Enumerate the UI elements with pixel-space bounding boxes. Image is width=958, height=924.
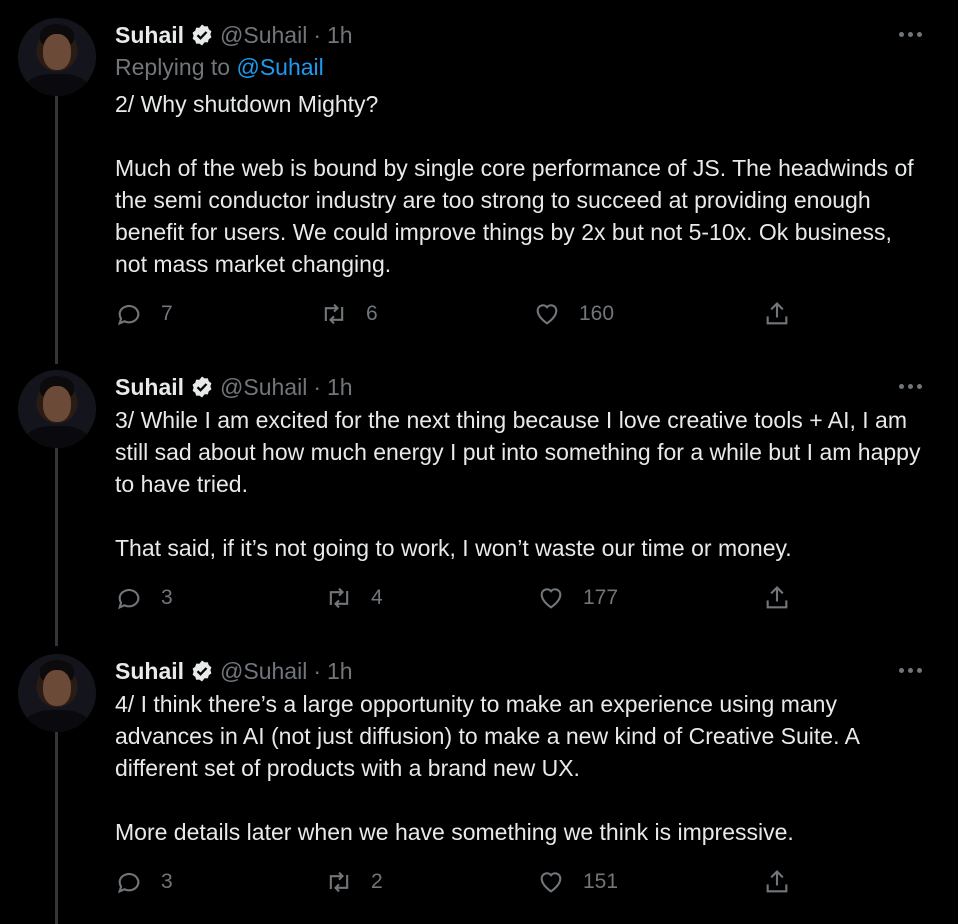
retweet-icon xyxy=(329,587,349,609)
separator-dot: · xyxy=(313,21,321,48)
verified-badge-icon xyxy=(192,660,212,682)
handle[interactable]: @Suhail xyxy=(220,374,307,401)
retweet-button[interactable]: 6 xyxy=(320,300,378,328)
tweet-header: Suhail @Suhail · 1h xyxy=(115,372,353,402)
display-name[interactable]: Suhail xyxy=(115,374,184,401)
like-button[interactable]: 151 xyxy=(537,868,618,896)
share-icon xyxy=(766,870,788,893)
reply-icon xyxy=(118,872,140,894)
timestamp[interactable]: 1h xyxy=(327,22,353,49)
retweet-count: 2 xyxy=(371,870,383,893)
share-button[interactable] xyxy=(763,868,809,896)
avatar[interactable] xyxy=(18,370,96,448)
share-icon xyxy=(766,586,788,609)
like-count: 151 xyxy=(583,870,619,893)
tweet-actions: 3 2 151 xyxy=(115,868,835,898)
like-count: 177 xyxy=(583,586,619,609)
share-button[interactable] xyxy=(763,300,809,328)
retweet-icon xyxy=(329,871,349,893)
reply-icon xyxy=(118,588,140,610)
replying-label: Replying to xyxy=(115,54,231,80)
tweet[interactable]: Suhail @Suhail · 1h 3/ While I am excite… xyxy=(0,370,958,640)
avatar[interactable] xyxy=(18,654,96,732)
more-icon[interactable] xyxy=(899,384,922,389)
reply-button[interactable]: 3 xyxy=(115,584,173,612)
tweet-text: 4/ I think there’s a large opportunity t… xyxy=(115,691,859,845)
tweet-header: Suhail @Suhail · 1h xyxy=(115,20,353,50)
retweet-button[interactable]: 4 xyxy=(325,584,383,612)
avatar[interactable] xyxy=(18,18,96,96)
verified-badge-icon xyxy=(192,24,212,46)
reply-count: 7 xyxy=(161,302,173,325)
verified-badge-icon xyxy=(192,376,212,398)
replying-mention-link[interactable]: @Suhail xyxy=(236,54,323,80)
like-button[interactable]: 177 xyxy=(537,584,618,612)
reply-button[interactable]: 7 xyxy=(115,300,173,328)
tweet[interactable]: Suhail @Suhail · 1h Replying to @Suhail … xyxy=(0,18,958,348)
display-name[interactable]: Suhail xyxy=(115,658,184,685)
retweet-button[interactable]: 2 xyxy=(325,868,383,896)
replying-to: Replying to @Suhail xyxy=(115,54,324,81)
reply-button[interactable]: 3 xyxy=(115,868,173,896)
retweet-count: 4 xyxy=(371,586,383,609)
more-icon[interactable] xyxy=(899,668,922,673)
tweet-header: Suhail @Suhail · 1h xyxy=(115,656,353,686)
heart-icon xyxy=(540,872,562,893)
handle[interactable]: @Suhail xyxy=(220,22,307,49)
timestamp[interactable]: 1h xyxy=(327,374,353,401)
share-button[interactable] xyxy=(763,584,809,612)
reply-count: 3 xyxy=(161,870,173,893)
display-name[interactable]: Suhail xyxy=(115,22,184,49)
like-button[interactable]: 160 xyxy=(533,300,614,328)
tweet[interactable]: Suhail @Suhail · 1h 4/ I think there’s a… xyxy=(0,654,958,924)
separator-dot: · xyxy=(313,657,321,684)
separator-dot: · xyxy=(313,373,321,400)
retweet-icon xyxy=(324,303,344,325)
handle[interactable]: @Suhail xyxy=(220,658,307,685)
heart-icon xyxy=(540,588,562,609)
tweet-actions: 3 4 177 xyxy=(115,584,835,614)
like-count: 160 xyxy=(579,302,615,325)
tweet-text: 3/ While I am excited for the next thing… xyxy=(115,407,921,561)
reply-icon xyxy=(118,304,140,326)
reply-count: 3 xyxy=(161,586,173,609)
timestamp[interactable]: 1h xyxy=(327,658,353,685)
retweet-count: 6 xyxy=(366,302,378,325)
tweet-text: 2/ Why shutdown Mighty? Much of the web … xyxy=(115,91,914,277)
heart-icon xyxy=(536,304,558,325)
share-icon xyxy=(766,302,788,325)
tweet-actions: 7 6 160 xyxy=(115,300,835,330)
more-icon[interactable] xyxy=(899,32,922,37)
